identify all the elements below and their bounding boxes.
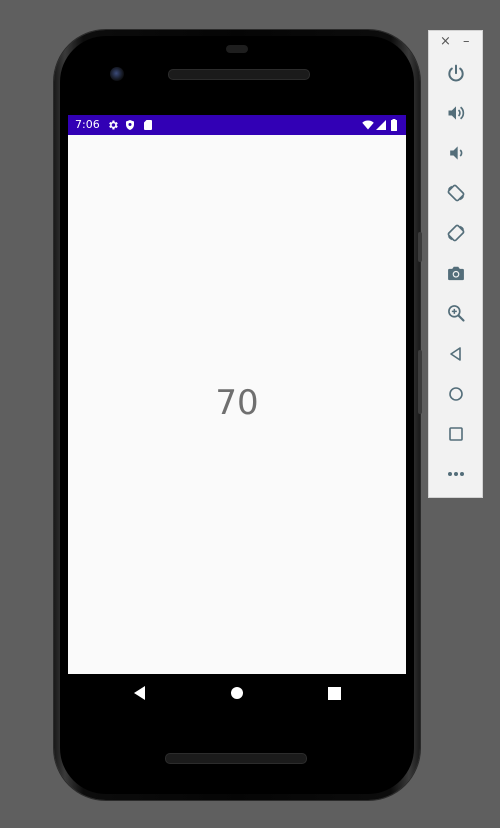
navigation-bar bbox=[68, 674, 406, 712]
camera-icon[interactable] bbox=[444, 261, 468, 285]
panel-close-button[interactable]: × bbox=[440, 35, 451, 49]
battery-icon bbox=[390, 119, 398, 131]
signal-icon bbox=[375, 119, 387, 131]
power-icon[interactable] bbox=[444, 62, 468, 86]
back-icon[interactable] bbox=[128, 682, 152, 704]
status-time: 7:06 bbox=[75, 118, 100, 131]
wifi-icon bbox=[362, 119, 374, 131]
phone-power-key bbox=[418, 232, 422, 262]
status-bar: 7:06 bbox=[68, 115, 406, 135]
value-display: 70 bbox=[215, 383, 259, 423]
home-icon[interactable] bbox=[225, 682, 249, 704]
back-icon[interactable] bbox=[444, 342, 468, 366]
emulator-control-panel: × – bbox=[428, 30, 483, 498]
volume-down-icon[interactable] bbox=[444, 141, 468, 165]
shield-icon bbox=[124, 119, 136, 131]
phone-volume-key bbox=[418, 350, 422, 414]
sd-card-icon bbox=[142, 119, 154, 131]
gear-icon bbox=[107, 119, 119, 131]
earpiece-sensor bbox=[226, 45, 248, 53]
rotate-right-icon[interactable] bbox=[444, 221, 468, 245]
bottom-speaker-grille bbox=[165, 753, 307, 764]
more-icon[interactable] bbox=[444, 462, 468, 486]
device-screen[interactable]: 7:06 70 bbox=[68, 115, 406, 674]
panel-header: × – bbox=[429, 31, 484, 55]
zoom-icon[interactable] bbox=[444, 301, 468, 325]
panel-minimize-button[interactable]: – bbox=[463, 35, 470, 49]
home-icon[interactable] bbox=[444, 382, 468, 406]
recents-icon[interactable] bbox=[322, 682, 346, 704]
overview-icon[interactable] bbox=[444, 422, 468, 446]
rotate-left-icon[interactable] bbox=[444, 181, 468, 205]
top-speaker-grille bbox=[168, 69, 310, 80]
front-camera bbox=[110, 67, 124, 81]
volume-up-icon[interactable] bbox=[444, 101, 468, 125]
